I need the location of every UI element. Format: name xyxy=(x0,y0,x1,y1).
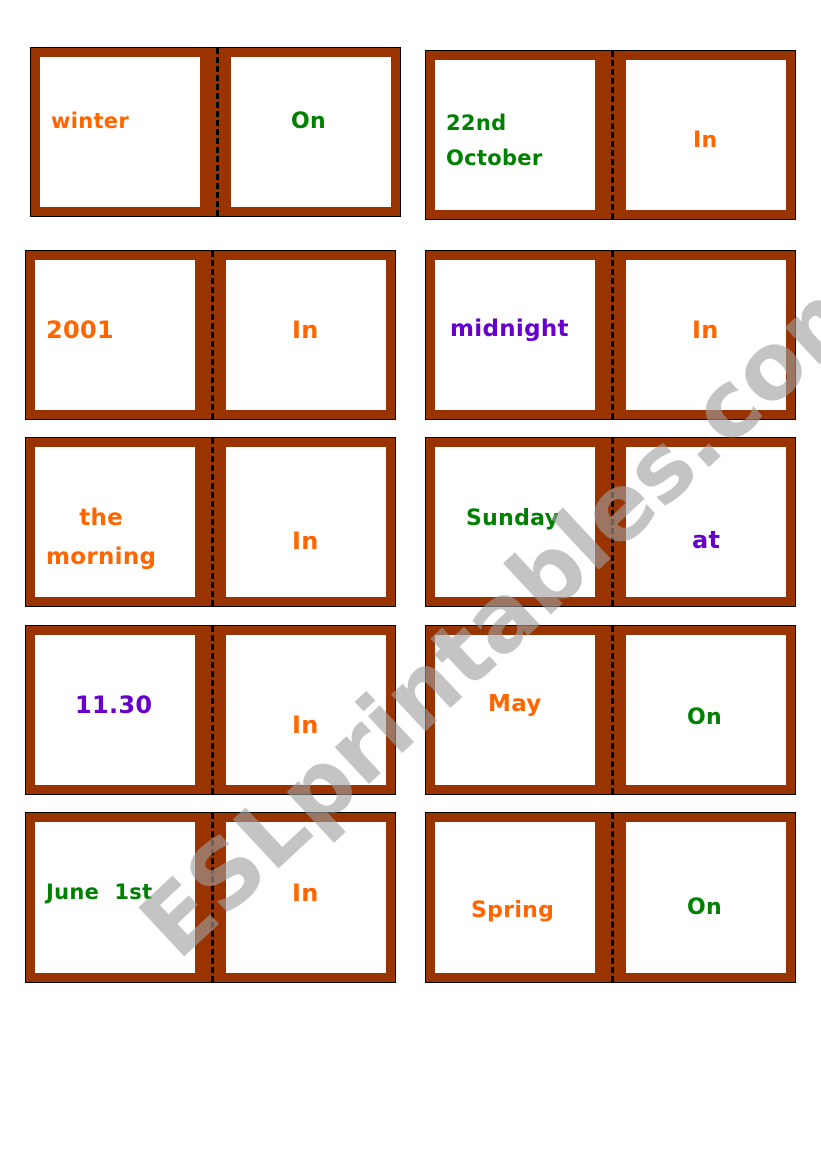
domino-left-half: the morning xyxy=(35,447,195,597)
domino-right-half: In xyxy=(226,260,386,410)
domino-word: the morning xyxy=(46,505,157,570)
domino-left-half: 11.30 xyxy=(35,635,195,785)
domino-card-1: winter On xyxy=(30,47,401,217)
domino-card-2: 22nd October In xyxy=(425,50,796,220)
domino-card-10: Spring On xyxy=(425,812,796,983)
domino-word: 11.30 xyxy=(75,691,153,719)
domino-left-half: Spring xyxy=(435,822,595,973)
domino-word: June 1st xyxy=(46,880,153,904)
domino-right-half: On xyxy=(626,635,786,785)
domino-right-half: In xyxy=(626,60,786,210)
domino-word: 22nd October xyxy=(446,111,543,170)
domino-right-half: In xyxy=(226,447,386,597)
domino-preposition: In xyxy=(692,316,719,344)
domino-left-half: 22nd October xyxy=(435,60,595,210)
domino-preposition: On xyxy=(687,705,722,730)
cut-line xyxy=(611,813,614,982)
cut-line xyxy=(611,251,614,419)
cut-line xyxy=(611,438,614,606)
domino-right-half: On xyxy=(231,57,391,207)
domino-right-half: On xyxy=(626,822,786,973)
domino-right-half: at xyxy=(626,447,786,597)
domino-right-half: In xyxy=(226,822,386,973)
cut-line xyxy=(611,51,614,219)
domino-preposition: On xyxy=(291,109,326,134)
domino-left-half: 2001 xyxy=(35,260,195,410)
domino-word: May xyxy=(488,691,542,717)
cut-line xyxy=(211,813,214,982)
domino-left-half: June 1st xyxy=(35,822,195,973)
domino-preposition: In xyxy=(292,527,319,555)
domino-preposition: On xyxy=(687,895,722,920)
cut-line xyxy=(611,626,614,794)
domino-preposition: In xyxy=(693,128,718,153)
domino-right-half: In xyxy=(226,635,386,785)
domino-right-half: In xyxy=(626,260,786,410)
domino-card-3: 2001 In xyxy=(25,250,396,420)
domino-preposition: In xyxy=(292,879,319,907)
cut-line xyxy=(216,48,219,216)
domino-word: midnight xyxy=(450,316,569,342)
domino-preposition: at xyxy=(692,526,721,554)
domino-card-6: Sunday at xyxy=(425,437,796,607)
domino-left-half: winter xyxy=(40,57,200,207)
domino-card-5: the morning In xyxy=(25,437,396,607)
domino-word: 2001 xyxy=(46,316,114,344)
domino-preposition: In xyxy=(292,711,319,739)
cut-line xyxy=(211,251,214,419)
domino-word: Sunday xyxy=(466,506,560,531)
domino-card-7: 11.30 In xyxy=(25,625,396,795)
domino-preposition: In xyxy=(292,316,319,344)
domino-card-9: June 1st In xyxy=(25,812,396,983)
cut-line xyxy=(211,626,214,794)
domino-left-half: May xyxy=(435,635,595,785)
cut-line xyxy=(211,438,214,606)
domino-word: winter xyxy=(51,109,129,133)
domino-left-half: Sunday xyxy=(435,447,595,597)
domino-card-8: May On xyxy=(425,625,796,795)
domino-left-half: midnight xyxy=(435,260,595,410)
domino-card-4: midnight In xyxy=(425,250,796,420)
domino-word: Spring xyxy=(471,898,555,923)
